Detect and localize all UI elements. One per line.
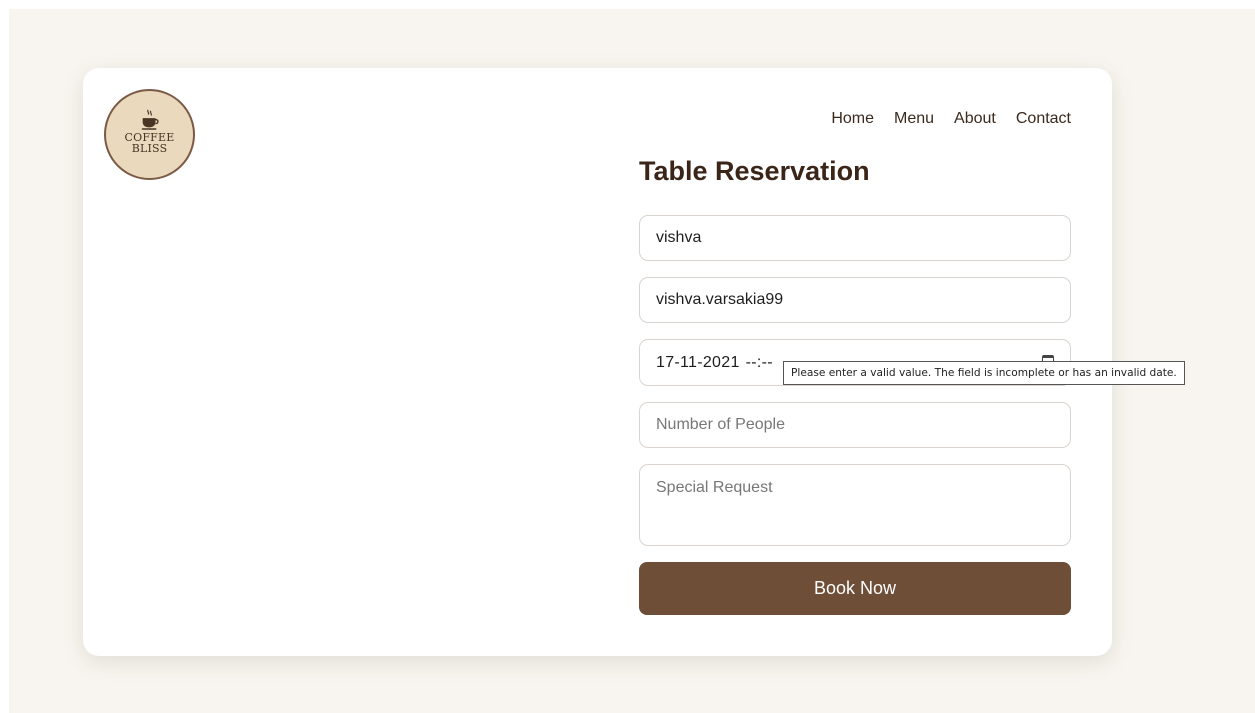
- nav-home-link[interactable]: Home: [831, 110, 874, 128]
- coffee-bliss-logo[interactable]: COFFEE BLISS: [104, 89, 195, 180]
- date-value: 17-11-2021: [656, 353, 740, 371]
- special-request-textarea[interactable]: [639, 464, 1071, 546]
- logo-line-2: BLISS: [131, 142, 168, 155]
- book-now-button[interactable]: Book Now: [639, 562, 1071, 615]
- nav-about-link[interactable]: About: [954, 110, 996, 128]
- name-input[interactable]: [639, 215, 1071, 261]
- coffee-cup-icon: [141, 109, 159, 130]
- email-input[interactable]: [639, 277, 1071, 323]
- people-count-input[interactable]: [639, 402, 1071, 448]
- nav-menu-link[interactable]: Menu: [894, 110, 934, 128]
- logo-text: COFFEE BLISS: [125, 132, 175, 154]
- main-nav: Home Menu About Contact: [831, 110, 1071, 128]
- validation-tooltip: Please enter a valid value. The field is…: [783, 361, 1185, 385]
- nav-contact-link[interactable]: Contact: [1016, 110, 1071, 128]
- page-title: Table Reservation: [639, 156, 870, 186]
- time-value: --:--: [745, 353, 773, 371]
